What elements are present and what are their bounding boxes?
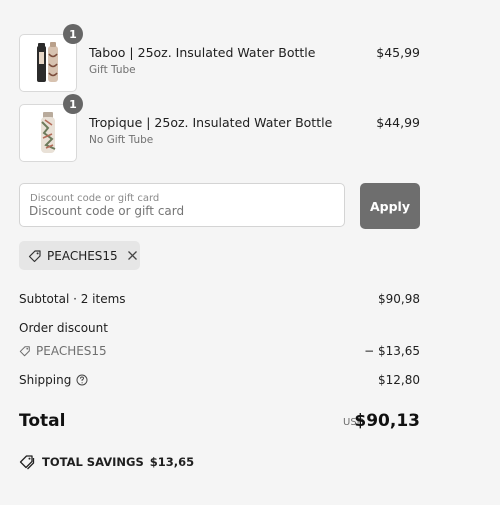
applied-code-label: PEACHES15 (47, 248, 118, 263)
apply-button[interactable]: Apply (360, 183, 420, 229)
bottle-image-icon (41, 112, 56, 153)
product-price: $44,99 (376, 115, 420, 130)
total-savings: TOTAL SAVINGS $13,65 (19, 454, 194, 470)
discount-field-label: Discount code or gift card (30, 193, 160, 204)
total-savings-value: $13,65 (149, 455, 195, 469)
shipping-row: Shipping $12,80 (19, 373, 420, 387)
order-discount-code-row: PEACHES15 − $13,65 (19, 344, 420, 360)
shipping-label: Shipping (19, 373, 72, 387)
tag-icon (28, 249, 41, 262)
order-discount-code-label: PEACHES15 (36, 344, 107, 358)
quantity-badge: 1 (63, 94, 83, 114)
bottle-image-icon (37, 42, 58, 82)
product-variant: Gift Tube (89, 64, 136, 76)
applied-discount-chip: PEACHES15 (19, 241, 140, 270)
total-value: $90,13 (354, 411, 420, 431)
discount-code-input[interactable] (29, 204, 329, 218)
order-discount-label: Order discount (19, 321, 108, 335)
quantity-badge: 1 (63, 24, 83, 44)
subtotal-value: $90,98 (378, 292, 420, 306)
shipping-value: $12,80 (378, 373, 420, 387)
remove-discount-button[interactable] (127, 250, 138, 261)
product-name: Tropique | 25oz. Insulated Water Bottle (89, 115, 333, 130)
close-icon[interactable] (127, 250, 138, 261)
subtotal-label: Subtotal · 2 items (19, 292, 126, 306)
order-discount-value: − $13,65 (364, 344, 420, 358)
product-variant: No Gift Tube (89, 134, 154, 146)
total-label: Total (19, 411, 66, 431)
discount-code-field[interactable]: Discount code or gift card (19, 183, 345, 227)
tag-icon (19, 346, 30, 357)
order-discount-code: PEACHES15 (19, 344, 107, 358)
line-item: 1 Taboo | 25oz. Insulated Water Bottle G… (19, 24, 420, 92)
product-name: Taboo | 25oz. Insulated Water Bottle (89, 45, 316, 60)
product-price: $45,99 (376, 45, 420, 60)
total-savings-label: TOTAL SAVINGS (42, 455, 144, 469)
subtotal-row: Subtotal · 2 items $90,98 (19, 292, 420, 306)
help-icon[interactable] (76, 374, 88, 386)
order-discount-row: Order discount (19, 321, 420, 335)
tags-icon (19, 455, 35, 470)
line-item: 1 Tropique | 25oz. Insulated Water Bottl… (19, 94, 420, 162)
